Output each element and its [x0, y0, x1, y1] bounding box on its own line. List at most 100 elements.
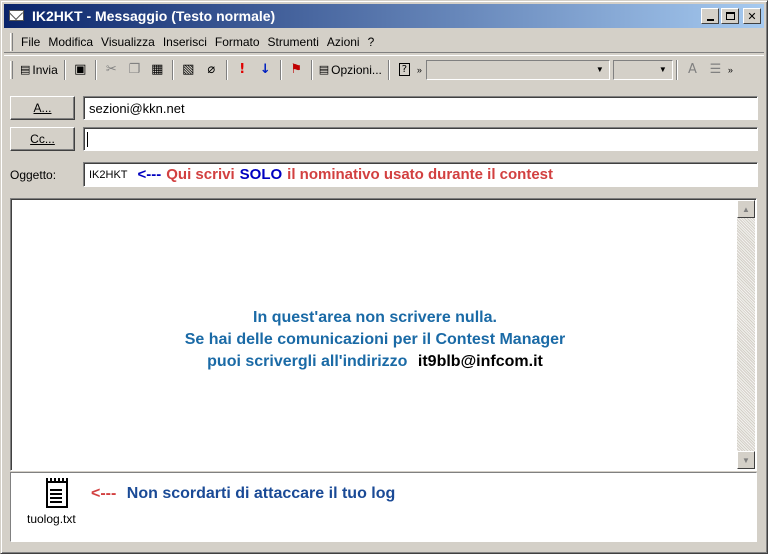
toolbar-separator: [675, 59, 678, 80]
font-color-button[interactable]: A: [681, 59, 704, 81]
minimize-icon: [706, 19, 714, 21]
maximize-icon: [725, 12, 735, 20]
attachment-note: <--- Non scordarti di attaccare il tuo l…: [91, 485, 395, 503]
save-icon: ▣: [74, 62, 87, 77]
subject-note-bold: SOLO: [239, 166, 283, 183]
to-button[interactable]: A...: [10, 96, 75, 120]
toolbar-separator: [94, 59, 97, 80]
send-icon: ▤: [20, 64, 31, 76]
cc-button-label: Cc...: [30, 132, 55, 146]
cut-icon: ✂: [105, 62, 117, 77]
high-importance-button[interactable]: !: [231, 59, 254, 81]
exclamation-icon: !: [239, 62, 246, 77]
address-book-button[interactable]: ▧: [177, 59, 200, 81]
arrow-up-icon: ▲: [742, 204, 750, 214]
body-scrollbar[interactable]: ▲ ▼: [737, 200, 755, 469]
menu-file[interactable]: File: [17, 35, 44, 49]
message-window: IK2HKT - Messaggio (Testo normale) ✕ Fil…: [0, 0, 768, 554]
paste-button[interactable]: ▦: [146, 59, 169, 81]
arrow-down-icon: ▼: [742, 455, 750, 465]
minimize-button[interactable]: [701, 8, 719, 24]
subject-value: IK2HKT: [89, 168, 128, 181]
menu-strumenti[interactable]: Strumenti: [264, 35, 323, 49]
maximize-button[interactable]: [721, 8, 739, 24]
subject-label: Oggetto:: [10, 168, 57, 182]
attachment-area: tuolog.txt <--- Non scordarti di attacca…: [10, 472, 757, 542]
toolbar-separator: [387, 59, 390, 80]
subject-note-post: il nominativo usato durante il contest: [287, 166, 554, 183]
send-button[interactable]: ▤ Invia: [17, 59, 61, 81]
paperclip-icon: ⌀: [207, 62, 216, 77]
font-combo[interactable]: ▼: [425, 59, 610, 80]
attachment-note-arrow: <---: [91, 485, 117, 502]
chevron-down-icon: ▼: [595, 65, 604, 74]
toolbar-separator: [225, 59, 228, 80]
paste-icon: ▦: [151, 62, 164, 77]
to-button-label: A...: [33, 101, 52, 115]
to-value: sezioni@kkn.net: [89, 100, 185, 116]
send-label: Invia: [32, 62, 58, 77]
body-line-2: Se hai delle comunicazioni per il Contes…: [184, 331, 566, 348]
help-button[interactable]: ?: [393, 59, 416, 81]
attach-button[interactable]: ⌀: [200, 59, 223, 81]
scroll-down-button[interactable]: ▼: [737, 451, 755, 469]
menu-help[interactable]: ?: [364, 35, 379, 49]
copy-icon: ❐: [128, 62, 141, 77]
font-color-icon: A: [687, 62, 697, 77]
body-line-3-wrap: puoi scrivergli all'indirizzo it9blb@inf…: [11, 351, 739, 373]
notepad-document-icon[interactable]: [44, 478, 70, 508]
toolbar-separator: [171, 59, 174, 80]
low-importance-button[interactable]: ↓: [254, 59, 277, 81]
font-size-combo[interactable]: ▼: [612, 59, 673, 80]
cc-button[interactable]: Cc...: [10, 127, 75, 151]
bullets-icon: ☰: [709, 62, 722, 77]
toolbar-overflow[interactable]: »: [416, 59, 423, 81]
copy-button[interactable]: ❐: [123, 59, 146, 81]
body-instructions: In quest'area non scrivere nulla. Se hai…: [11, 307, 739, 373]
arrow-down-icon: ↓: [259, 62, 271, 77]
menu-modifica[interactable]: Modifica: [44, 35, 97, 49]
menu-inserisci[interactable]: Inserisci: [159, 35, 211, 49]
scroll-up-button[interactable]: ▲: [737, 200, 755, 218]
menu-formato[interactable]: Formato: [211, 35, 264, 49]
help-icon: ?: [398, 63, 411, 76]
body-line-3: puoi scrivergli all'indirizzo: [207, 353, 408, 370]
options-label: Opzioni...: [331, 62, 382, 77]
options-button[interactable]: ▤ Opzioni...: [316, 59, 385, 81]
cut-button[interactable]: ✂: [100, 59, 123, 81]
toolbar-separator: [310, 59, 313, 80]
window-controls: ✕: [699, 8, 761, 24]
envelope-icon: [8, 9, 26, 23]
body-line-1: In quest'area non scrivere nulla.: [253, 309, 497, 326]
menu-grip[interactable]: [10, 32, 13, 51]
options-icon: ▤: [318, 64, 330, 76]
bullets-button[interactable]: ☰: [704, 59, 727, 81]
toolbar-overflow-2[interactable]: »: [727, 59, 734, 81]
title-bar[interactable]: IK2HKT - Messaggio (Testo normale) ✕: [4, 4, 764, 28]
address-book-icon: ▧: [182, 62, 195, 77]
message-body[interactable]: In quest'area non scrivere nulla. Se hai…: [10, 198, 757, 471]
flag-icon: ⚑: [290, 62, 303, 77]
attachment-filename[interactable]: tuolog.txt: [27, 512, 76, 526]
toolbar: ▤ Invia ▣ ✂ ❐ ▦ ▧ ⌀ ! ↓ ⚑ ▤ Opzioni... ?…: [4, 55, 764, 83]
chevron-down-icon: ▼: [658, 65, 667, 74]
text-caret: [87, 131, 88, 147]
menu-visualizza[interactable]: Visualizza: [97, 35, 159, 49]
close-icon: ✕: [747, 9, 757, 23]
toolbar-separator: [63, 59, 66, 80]
toolbar-grip[interactable]: [10, 60, 13, 79]
cc-field[interactable]: [83, 127, 758, 151]
contest-manager-email: it9blb@infcom.it: [417, 353, 543, 370]
subject-field[interactable]: IK2HKT <--- Qui scrivi SOLO il nominativ…: [83, 162, 758, 187]
subject-note-pre: Qui scrivi: [166, 166, 235, 183]
window-title: IK2HKT - Messaggio (Testo normale): [32, 8, 276, 24]
close-button[interactable]: ✕: [743, 8, 761, 24]
menu-azioni[interactable]: Azioni: [323, 35, 364, 49]
to-field[interactable]: sezioni@kkn.net: [83, 96, 758, 120]
subject-note-arrow: <---: [137, 166, 162, 183]
toolbar-separator: [279, 59, 282, 80]
menu-bar: File Modifica Visualizza Inserisci Forma…: [4, 31, 764, 53]
attachment-note-text: Non scordarti di attaccare il tuo log: [126, 485, 396, 502]
save-button[interactable]: ▣: [69, 59, 92, 81]
flag-button[interactable]: ⚑: [285, 59, 308, 81]
